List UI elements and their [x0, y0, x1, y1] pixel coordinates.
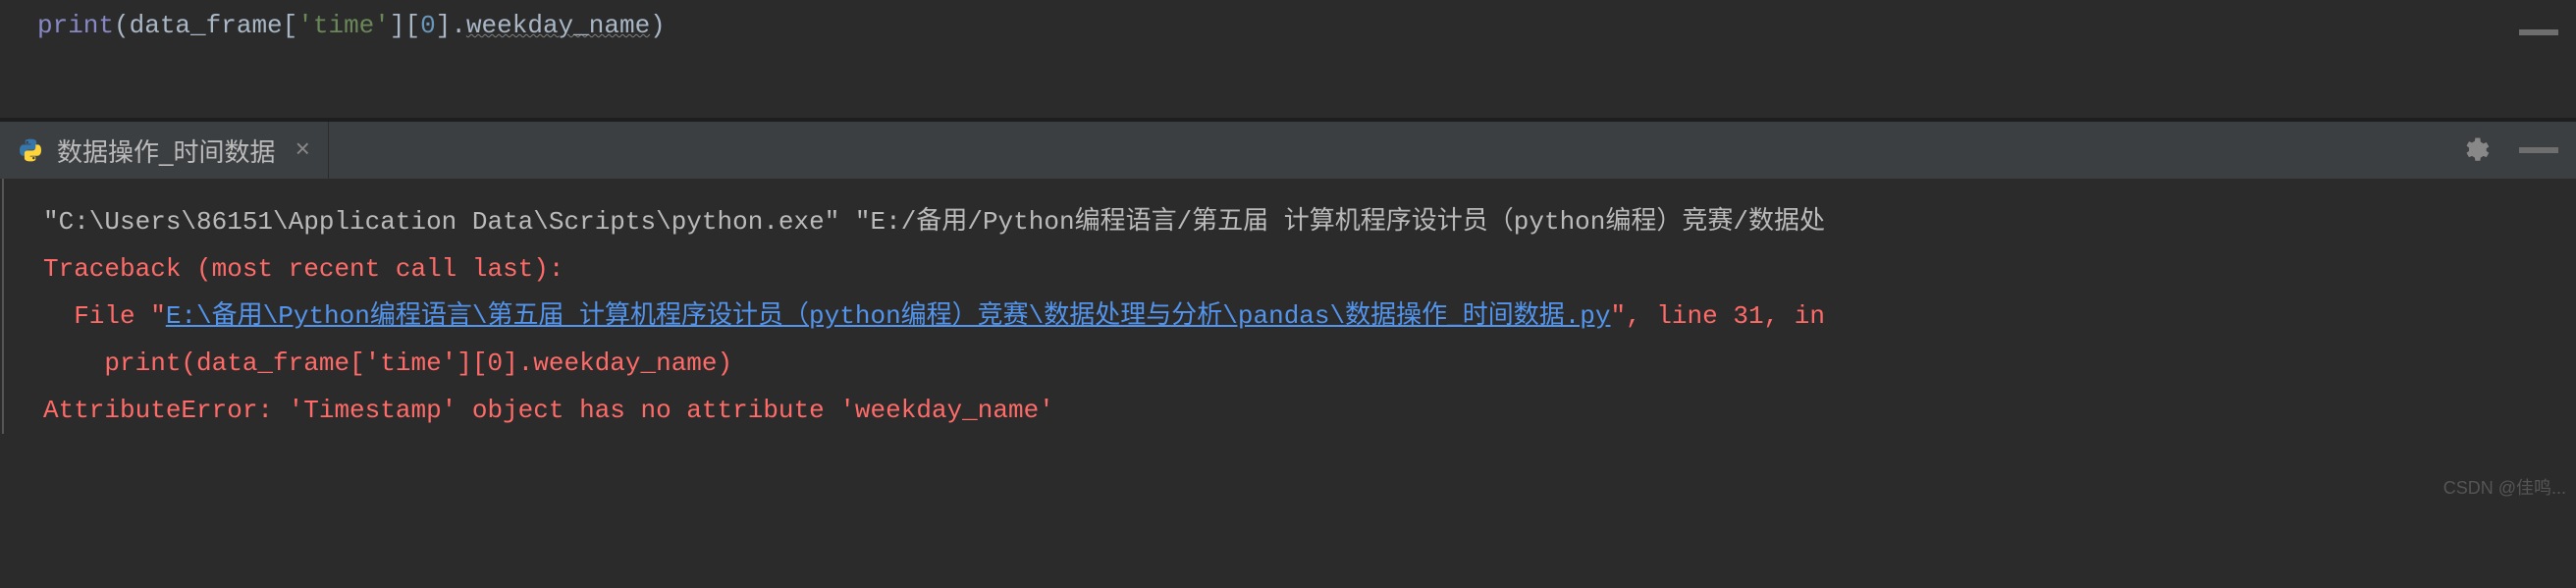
console-file-line: File "E:\备用\Python编程语言\第五届 计算机程序设计员（pyth…	[4, 293, 2576, 340]
tab-controls	[2460, 135, 2558, 165]
code-string: 'time'	[297, 11, 390, 40]
console-file-link[interactable]: E:\备用\Python编程语言\第五届 计算机程序设计员（python编程）竞…	[166, 301, 1611, 331]
console-tab[interactable]: 数据操作_时间数据 ×	[0, 122, 329, 179]
python-icon	[18, 137, 43, 163]
console-traceback-header: Traceback (most recent call last):	[4, 245, 2576, 293]
code-bracket: [	[283, 11, 298, 40]
code-bracket: ]	[436, 11, 452, 40]
console-error-line: AttributeError: 'Timestamp' object has n…	[4, 387, 2576, 434]
console-tab-bar: 数据操作_时间数据 ×	[0, 122, 2576, 179]
tab-label: 数据操作_时间数据	[57, 133, 275, 169]
watermark-text: CSDN @佳鸣...	[2443, 474, 2566, 500]
code-bracket: [	[405, 11, 421, 40]
code-identifier: data_frame	[130, 11, 283, 40]
console-output[interactable]: "C:\Users\86151\Application Data\Scripts…	[2, 179, 2576, 434]
code-attribute: weekday_name	[466, 11, 650, 40]
console-code-line: print(data_frame['time'][0].weekday_name…	[4, 340, 2576, 387]
gear-icon[interactable]	[2460, 135, 2490, 165]
code-paren: )	[650, 11, 666, 40]
code-number: 0	[420, 11, 436, 40]
console-command-line: "C:\Users\86151\Application Data\Scripts…	[4, 198, 2576, 245]
console-file-prefix: File "	[43, 301, 166, 331]
code-line[interactable]: print(data_frame['time'][0].weekday_name…	[37, 8, 2576, 43]
code-editor-pane: print(data_frame['time'][0].weekday_name…	[0, 0, 2576, 118]
minimize-icon[interactable]	[2519, 29, 2558, 35]
code-bracket: ]	[390, 11, 405, 40]
code-dot: .	[451, 11, 466, 40]
console-file-suffix: ", line 31, in	[1611, 301, 1825, 331]
editor-content[interactable]: print(data_frame['time'][0].weekday_name…	[0, 8, 2576, 43]
minimize-icon[interactable]	[2519, 147, 2558, 153]
close-icon[interactable]: ×	[295, 135, 310, 165]
code-paren: (	[114, 11, 130, 40]
code-func: print	[37, 11, 114, 40]
